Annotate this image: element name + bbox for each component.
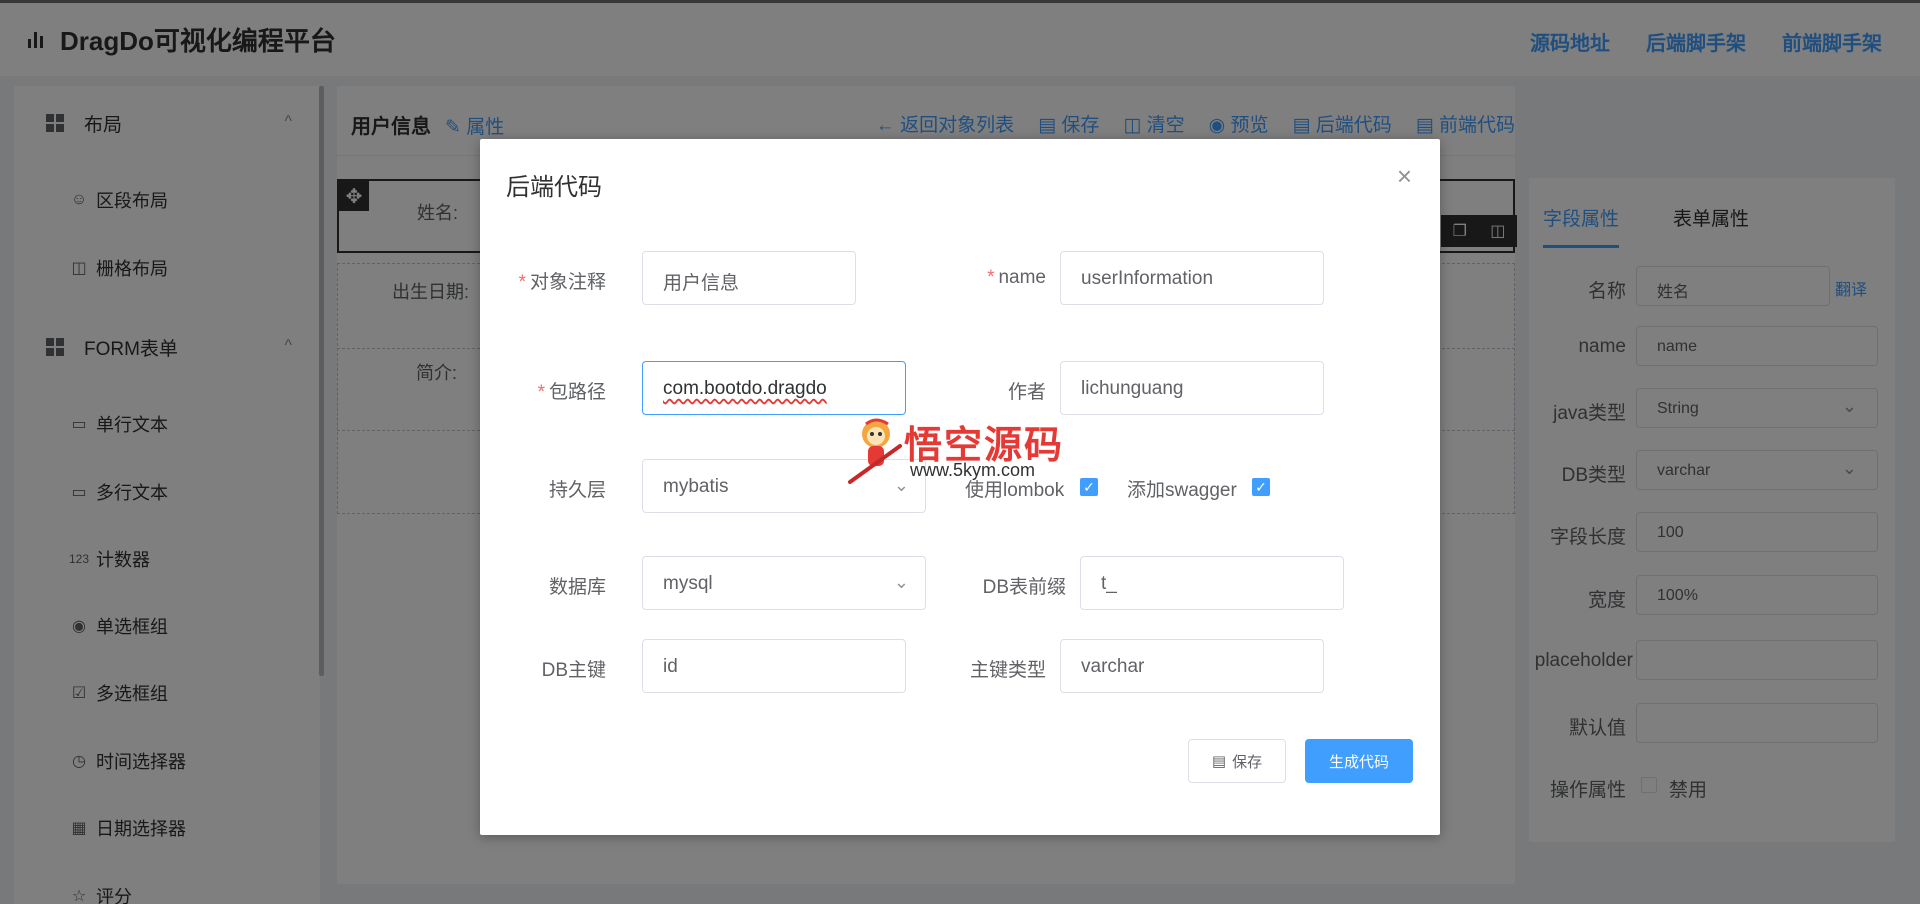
watermark-url: www.5kym.com <box>910 460 1036 480</box>
monkey-logo-icon <box>848 418 902 484</box>
database-select[interactable]: mysql ⌄ <box>642 556 926 610</box>
pk-type-input[interactable]: varchar <box>1060 639 1324 693</box>
pk-type-label: 主键类型 <box>969 660 1046 681</box>
dialog-title: 后端代码 <box>506 174 602 201</box>
chevron-down-icon: ⌄ <box>893 572 909 592</box>
dialog-save-button[interactable]: ▤ 保存 <box>1188 739 1286 783</box>
lombok-checkbox[interactable]: ✓ <box>1080 478 1098 496</box>
obj-comment-label: * 对象注释 <box>518 272 606 293</box>
author-input[interactable]: lichunguang <box>1060 361 1324 415</box>
package-label: * 包路径 <box>537 382 606 403</box>
backend-code-dialog: 后端代码 × * 对象注释 用户信息 * name userInformation … <box>480 139 1440 835</box>
obj-comment-input[interactable]: 用户信息 <box>642 251 856 305</box>
swagger-checkbox[interactable]: ✓ <box>1252 478 1270 496</box>
name-label: * name <box>987 267 1046 288</box>
table-prefix-label: DB表前缀 <box>982 577 1066 598</box>
swagger-label: 添加swagger <box>1127 480 1237 501</box>
obj-comment-label-text: 对象注释 <box>529 272 606 293</box>
table-prefix-input[interactable]: t_ <box>1080 556 1344 610</box>
persistence-label: 持久层 <box>548 480 606 501</box>
document-icon: ▤ <box>1211 753 1227 770</box>
primary-key-input[interactable]: id <box>642 639 906 693</box>
database-value: mysql <box>663 573 713 594</box>
dialog-save-label: 保存 <box>1232 753 1263 771</box>
name-input[interactable]: userInformation <box>1060 251 1324 305</box>
primary-key-label: DB主键 <box>541 660 606 681</box>
close-icon[interactable]: × <box>1397 163 1412 189</box>
database-label: 数据库 <box>548 577 606 598</box>
package-label-text: 包路径 <box>548 382 606 403</box>
watermark: 悟空源码 www.5kym.com <box>846 414 1072 486</box>
name-label-text: name <box>998 267 1046 288</box>
author-label: 作者 <box>1007 382 1046 403</box>
generate-code-button[interactable]: 生成代码 <box>1305 739 1413 783</box>
package-input[interactable]: com.bootdo.dragdo <box>642 361 906 415</box>
persistence-value: mybatis <box>663 476 729 497</box>
